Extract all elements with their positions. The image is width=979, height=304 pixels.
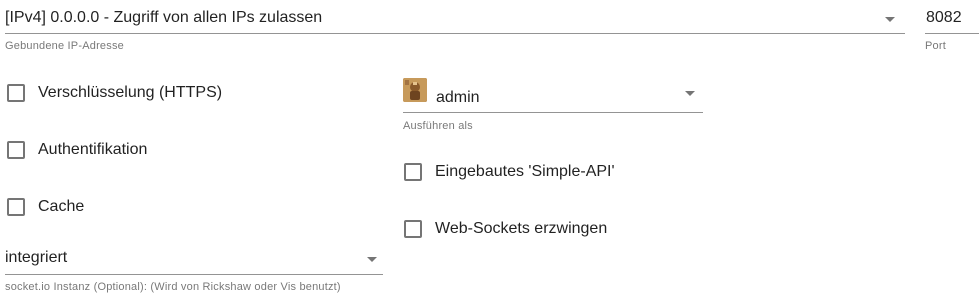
auth-label: Authentifikation — [38, 141, 148, 158]
run-as-value: admin — [436, 89, 480, 106]
bind-ip-helper: Gebundene IP-Adresse — [5, 40, 124, 52]
cache-checkbox[interactable] — [7, 198, 25, 216]
https-label: Verschlüsselung (HTTPS) — [38, 84, 223, 101]
port-input[interactable]: 8082 — [925, 0, 979, 34]
simple-api-checkbox[interactable] — [404, 163, 422, 181]
run-as-helper: Ausführen als — [403, 120, 473, 132]
socketio-select[interactable]: integriert — [5, 240, 383, 275]
simple-api-label: Eingebautes 'Simple-API' — [435, 163, 615, 180]
web-sockets-label: Web-Sockets erzwingen — [435, 220, 608, 237]
socketio-value: integriert — [5, 249, 68, 266]
chevron-down-icon — [367, 257, 377, 262]
port-helper: Port — [925, 40, 946, 52]
web-sockets-checkbox-row[interactable]: Web-Sockets erzwingen — [404, 220, 607, 238]
bind-ip-select[interactable]: [IPv4] 0.0.0.0 - Zugriff von allen IPs z… — [5, 0, 905, 34]
cache-checkbox-row[interactable]: Cache — [7, 198, 84, 216]
web-sockets-checkbox[interactable] — [404, 220, 422, 238]
simple-api-checkbox-row[interactable]: Eingebautes 'Simple-API' — [404, 163, 615, 181]
auth-checkbox[interactable] — [7, 141, 25, 159]
auth-checkbox-row[interactable]: Authentifikation — [7, 141, 147, 159]
user-avatar-icon — [403, 78, 427, 102]
socketio-helper: socket.io Instanz (Optional): (Wird von … — [5, 281, 341, 293]
run-as-select[interactable]: admin — [403, 76, 703, 113]
bind-ip-value: [IPv4] 0.0.0.0 - Zugriff von allen IPs z… — [5, 9, 323, 26]
cache-label: Cache — [38, 198, 85, 215]
port-value: 8082 — [926, 9, 962, 26]
https-checkbox-row[interactable]: Verschlüsselung (HTTPS) — [7, 84, 222, 102]
chevron-down-icon — [885, 17, 895, 22]
chevron-down-icon — [685, 91, 695, 96]
https-checkbox[interactable] — [7, 84, 25, 102]
